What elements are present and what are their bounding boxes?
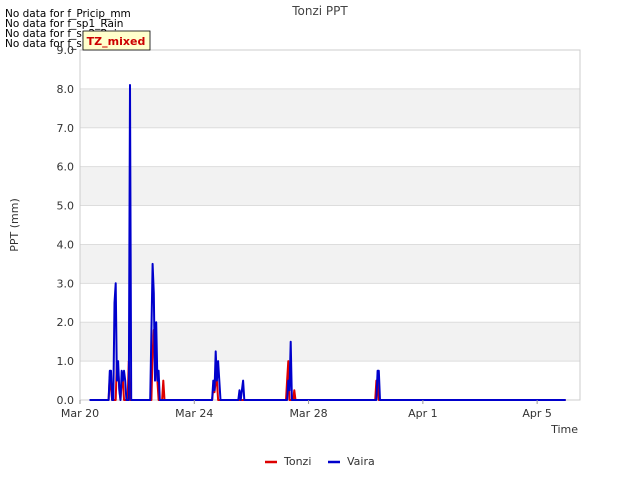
y-tick-label: 0.0 bbox=[57, 394, 75, 407]
legend: Tonzi Vaira bbox=[265, 455, 375, 468]
ppt-chart: 0.01.02.03.04.05.06.07.08.09.0 Mar 20 Mar… bbox=[8, 4, 581, 468]
plot-band bbox=[80, 166, 580, 206]
x-tick-label: Apr 1 bbox=[408, 407, 438, 420]
y-tick-label: 2.0 bbox=[57, 316, 75, 329]
tz-mixed-badge: TZ_mixed bbox=[82, 30, 151, 51]
x-axis: Mar 20 Mar 24 Mar 28 Apr 1 Apr 5 bbox=[61, 400, 552, 420]
x-axis-label: Time bbox=[550, 423, 578, 436]
plot-band bbox=[80, 88, 580, 128]
y-tick-label: 8.0 bbox=[57, 83, 75, 96]
plot-band bbox=[80, 244, 580, 284]
y-tick-label: 5.0 bbox=[57, 200, 75, 213]
x-tick-label: Apr 5 bbox=[522, 407, 552, 420]
legend-label-vaira: Vaira bbox=[347, 455, 375, 468]
x-tick-label: Mar 28 bbox=[289, 407, 327, 420]
y-tick-label: 3.0 bbox=[57, 277, 75, 290]
y-tick-label: 6.0 bbox=[57, 161, 75, 174]
y-axis: 0.0 1.0 2.0 3.0 4.0 5.0 6.0 7.0 8.0 9.0 bbox=[57, 44, 75, 407]
y-tick-label: 7.0 bbox=[57, 122, 75, 135]
y-tick-label: 4.0 bbox=[57, 238, 75, 251]
y-tick-label: 9.0 bbox=[57, 44, 75, 57]
y-axis-label: PPT (mm) bbox=[8, 198, 21, 252]
y-tick-label: 1.0 bbox=[57, 355, 75, 368]
x-tick-label: Mar 24 bbox=[175, 407, 213, 420]
badge-label: TZ_mixed bbox=[87, 35, 146, 48]
chart-title: Tonzi PPT bbox=[291, 4, 348, 18]
x-tick-label: Mar 20 bbox=[61, 407, 99, 420]
legend-label-tonzi: Tonzi bbox=[283, 455, 311, 468]
